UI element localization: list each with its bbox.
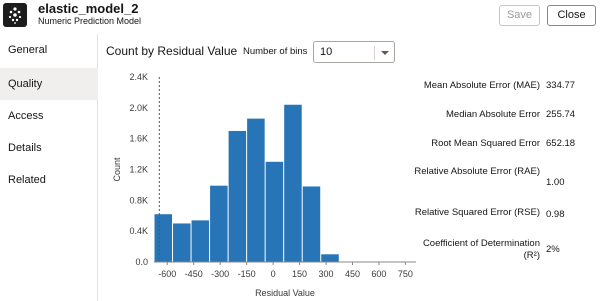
sidebar-item-related[interactable]: Related — [0, 164, 98, 196]
bars-layer — [154, 104, 339, 262]
histogram-bar[interactable] — [265, 161, 284, 262]
histogram-bar[interactable] — [154, 214, 173, 262]
histogram-bar[interactable] — [173, 223, 191, 262]
x-tick-label: 450 — [345, 269, 360, 279]
metric-name: Coefficient of Determination (R²) — [422, 238, 540, 261]
histogram-bar[interactable] — [191, 220, 210, 262]
residual-histogram: 0.0 0.4K 0.8K 1.2K 1.6K 2.0K 2.4K -600 -450 -300-… — [112, 72, 416, 298]
y-tick-label: 0.0 — [135, 257, 148, 267]
x-tick-label: -600 — [158, 269, 176, 279]
metric-value: 1.00 — [546, 177, 565, 188]
x-tick-label: 300 — [319, 269, 334, 279]
x-axis-title: Residual Value — [255, 288, 315, 298]
histogram-bar[interactable] — [302, 186, 321, 262]
sidebar-nav: General Quality Access Details Related — [0, 34, 98, 301]
sidebar-item-access[interactable]: Access — [0, 100, 98, 132]
histogram-bar[interactable] — [210, 185, 228, 262]
sidebar-item-general[interactable]: General — [0, 34, 98, 66]
x-tick-label: 600 — [371, 269, 386, 279]
histogram-bar[interactable] — [284, 104, 302, 262]
metric-value: 255.74 — [546, 109, 576, 120]
y-tick-label: 2.0K — [129, 103, 148, 113]
y-tick-label: 2.4K — [129, 72, 148, 82]
x-tick-label: 750 — [398, 269, 413, 279]
sidebar-item-quality[interactable]: Quality — [0, 68, 98, 100]
metric-value: 0.98 — [546, 209, 565, 220]
metric-value: 2% — [546, 244, 560, 255]
y-tick-label: 1.6K — [129, 134, 148, 144]
x-tick-label: 0 — [271, 269, 276, 279]
histogram-bar[interactable] — [321, 254, 339, 262]
header-bar: elastic_model_2 Numeric Prediction Model… — [0, 0, 600, 34]
x-tick-label: -450 — [185, 269, 203, 279]
metric-name: Relative Squared Error (RSE) — [414, 207, 540, 218]
sidebar-item-details[interactable]: Details — [0, 132, 98, 164]
x-tick-label: 150 — [292, 269, 307, 279]
histogram-bar[interactable] — [247, 118, 265, 262]
y-tick-label: 0.4K — [129, 226, 148, 236]
model-subtitle: Numeric Prediction Model — [38, 16, 142, 26]
metric-value: 652.18 — [546, 138, 576, 149]
model-logo-icon — [3, 3, 27, 27]
metric-name: Root Mean Squared Error — [431, 138, 540, 149]
y-tick-label: 1.2K — [129, 165, 148, 175]
save-button[interactable]: Save — [499, 5, 540, 26]
quality-panel: Count by Residual Value Number of bins 1… — [98, 34, 600, 301]
metric-name: Median Absolute Error — [446, 109, 540, 120]
metric-name: Mean Absolute Error (MAE) — [423, 80, 540, 91]
close-button[interactable]: Close — [547, 5, 596, 26]
x-tick-label: -300 — [211, 269, 229, 279]
y-axis-title: Count — [112, 157, 122, 182]
y-tick-label: 0.8K — [129, 195, 148, 205]
metric-name: Relative Absolute Error (RAE) — [414, 166, 540, 177]
model-title: elastic_model_2 — [38, 1, 139, 16]
x-tick-label: -150 — [238, 269, 256, 279]
metric-value: 334.77 — [546, 80, 576, 91]
histogram-bar[interactable] — [228, 130, 247, 262]
